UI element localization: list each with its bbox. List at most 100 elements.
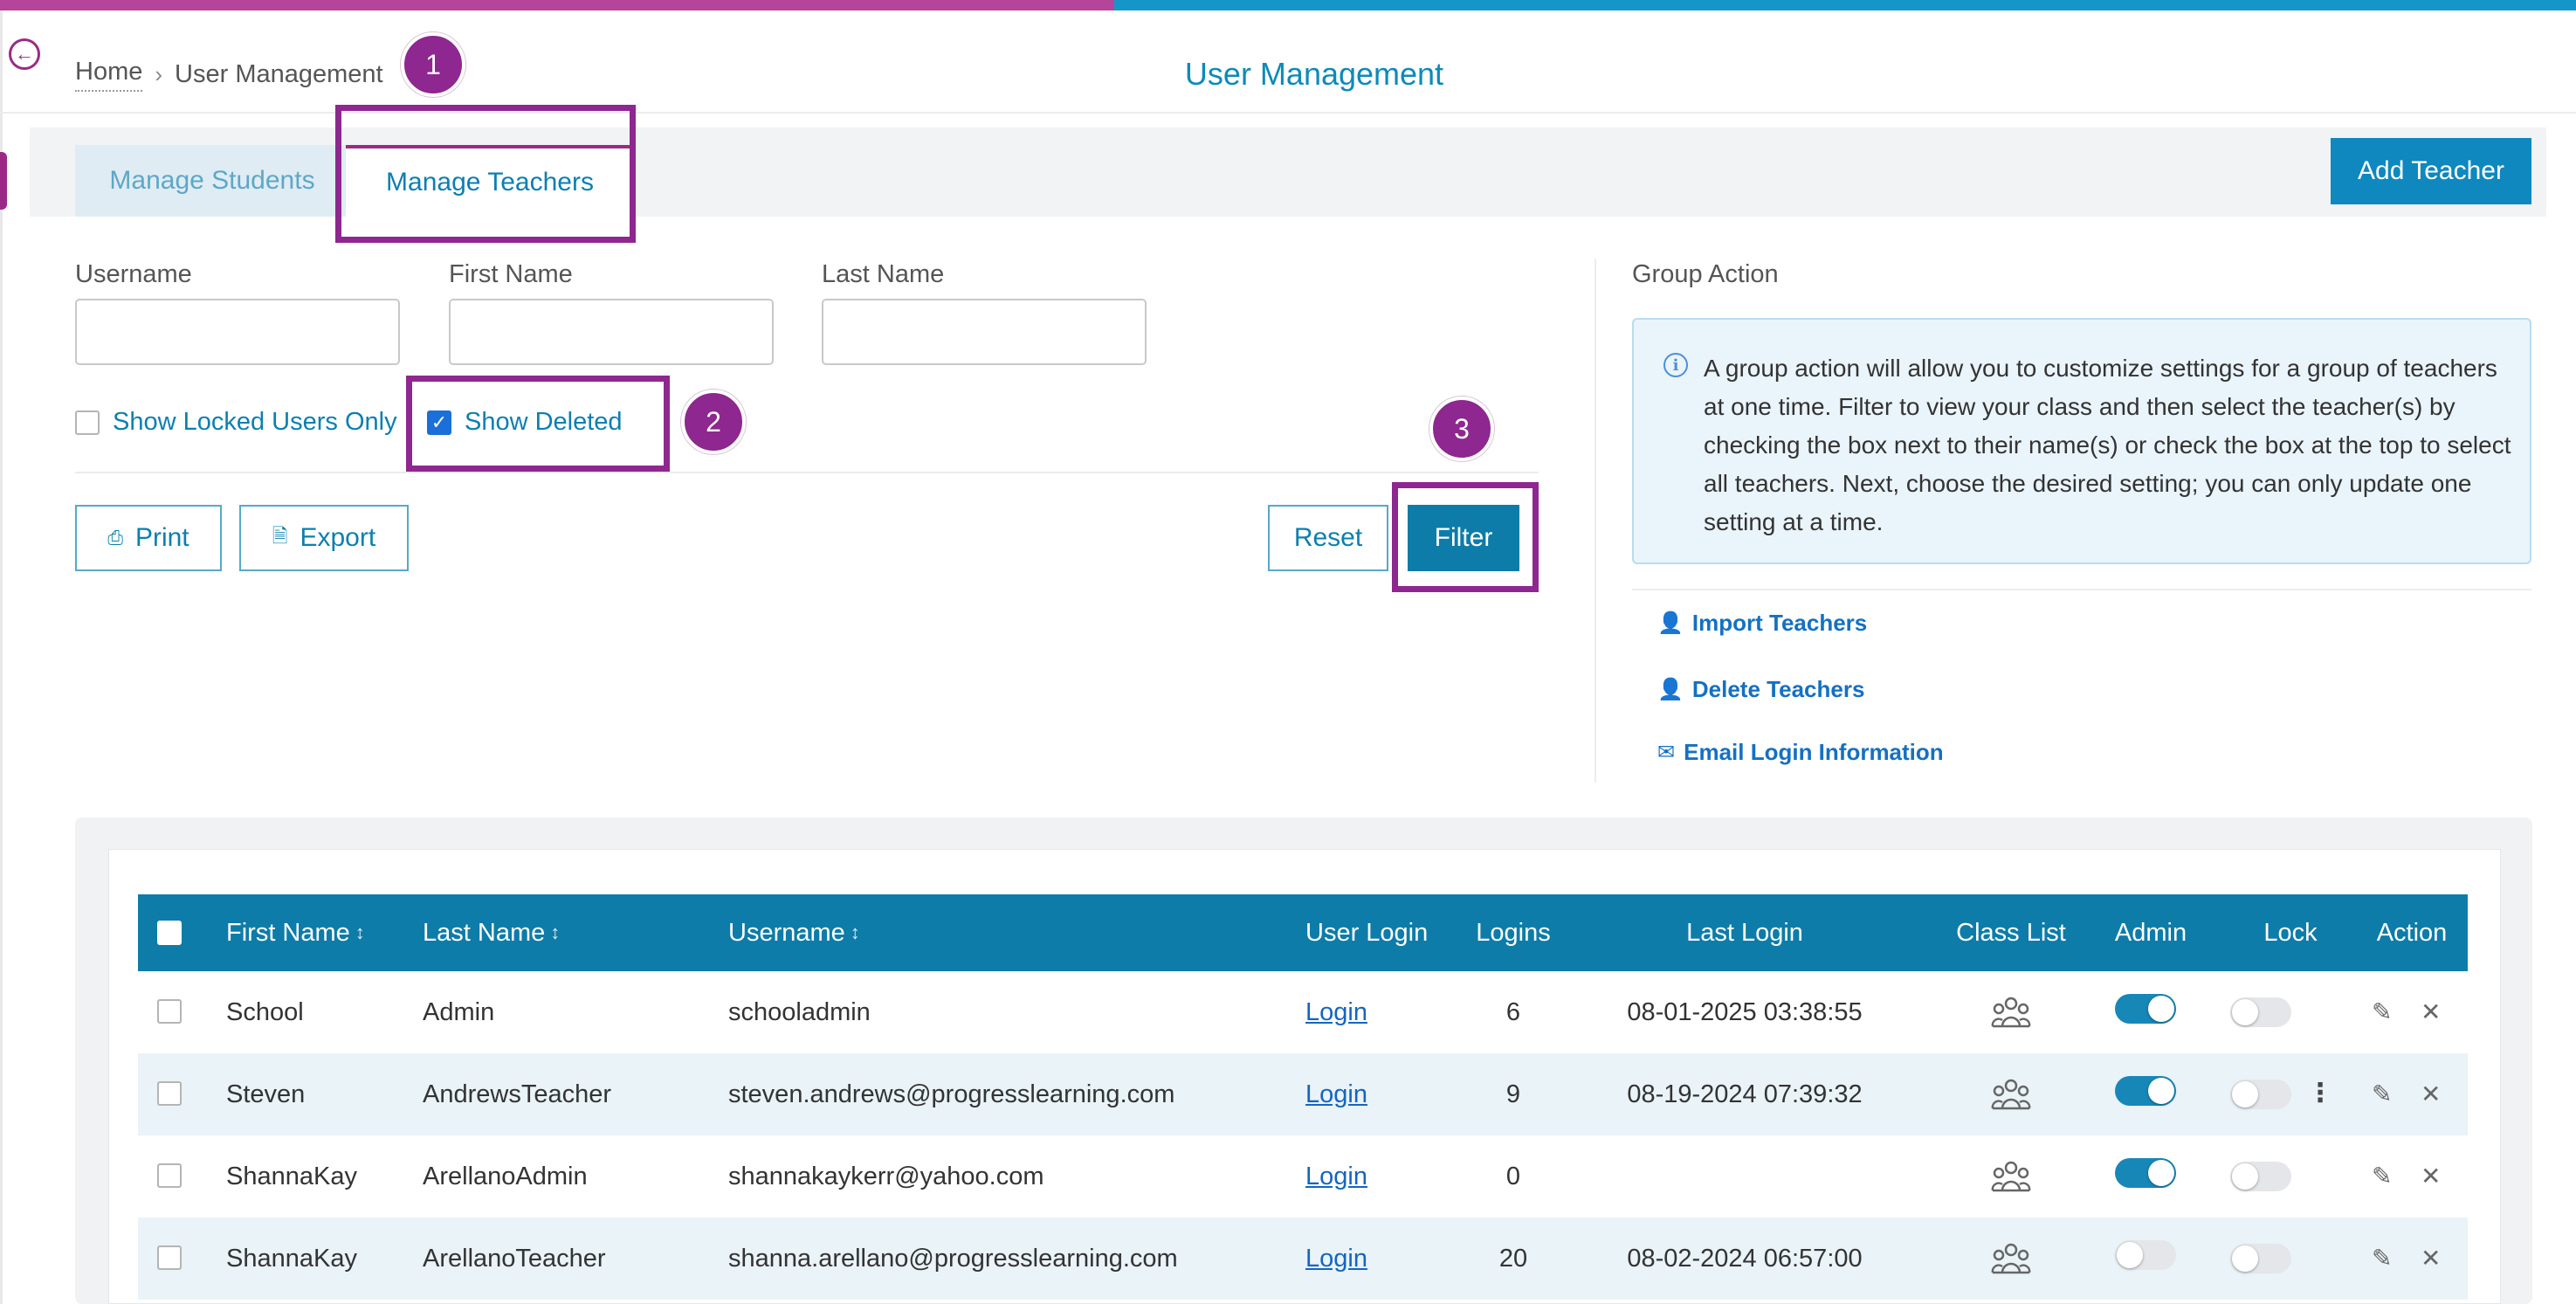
cell-last-name: ArellanoTeacher — [423, 1244, 606, 1273]
header-username[interactable]: Username ↕ — [728, 894, 860, 971]
delete-x-icon[interactable]: ✕ — [2421, 997, 2441, 1026]
cell-class-list — [1937, 971, 2085, 1053]
login-link[interactable]: Login — [1305, 1245, 1367, 1273]
annotation-highlight-2 — [406, 376, 670, 472]
annotation-badge-3: 3 — [1429, 397, 1494, 461]
class-list-icon[interactable] — [1991, 995, 2031, 1030]
page-header: Home › User Management User Management — [0, 10, 2576, 114]
row-select-checkbox[interactable] — [157, 999, 182, 1024]
cell-logins: 0 — [1505, 1162, 1521, 1190]
table-row: ShannaKay ArellanoTeacher shanna.arellan… — [138, 1218, 2468, 1300]
admin-toggle[interactable] — [2115, 1158, 2176, 1188]
header-last-name[interactable]: Last Name ↕ — [423, 894, 560, 971]
header-admin: Admin — [2114, 918, 2187, 947]
row-select-checkbox[interactable] — [157, 1163, 182, 1188]
delete-x-icon[interactable]: ✕ — [2421, 1244, 2441, 1273]
class-list-icon[interactable] — [1991, 1077, 2031, 1112]
cell-class-list — [1937, 1135, 2085, 1218]
table-row: School Admin schooladmin Login 6 08-01-2… — [138, 971, 2468, 1053]
lock-toggle[interactable] — [2230, 1080, 2291, 1109]
user-plus-icon: 👤 — [1657, 611, 1684, 635]
cell-logins: 6 — [1505, 997, 1521, 1026]
group-action-info-text: A group action will allow you to customi… — [1704, 355, 2511, 535]
login-link[interactable]: Login — [1305, 1080, 1367, 1109]
lock-toggle[interactable] — [2230, 1162, 2291, 1191]
top-brand-bar — [0, 0, 2576, 10]
delete-x-icon[interactable]: ✕ — [2421, 1162, 2441, 1190]
export-button-label: Export — [300, 523, 376, 552]
cell-class-list — [1937, 1053, 2085, 1135]
header-first-name[interactable]: First Name ↕ — [226, 894, 365, 971]
row-select-checkbox[interactable] — [157, 1081, 182, 1106]
edit-pencil-icon[interactable]: ✎ — [2372, 1080, 2392, 1108]
email-login-info-link[interactable]: ✉ Email Login Information — [1657, 739, 1944, 766]
login-link[interactable]: Login — [1305, 998, 1367, 1027]
admin-toggle[interactable] — [2115, 1076, 2176, 1106]
username-input[interactable] — [75, 299, 400, 365]
tab-manage-students[interactable]: Manage Students — [75, 145, 349, 217]
page-title: User Management — [1184, 56, 1444, 92]
delete-teachers-link[interactable]: 👤 Delete Teachers — [1657, 676, 1864, 703]
import-teachers-label: Import Teachers — [1691, 610, 1868, 636]
class-list-icon[interactable] — [1991, 1159, 2031, 1194]
more-vertical-icon[interactable]: ⋮ — [2307, 1078, 2333, 1108]
header-user-login: User Login — [1305, 918, 1429, 947]
row-select-checkbox[interactable] — [157, 1245, 182, 1270]
panel-divider — [1595, 259, 1596, 783]
show-locked-checkbox[interactable] — [75, 411, 100, 435]
class-list-icon[interactable] — [1991, 1241, 2031, 1276]
annotation-highlight-1 — [335, 105, 636, 243]
printer-icon: ⎙ — [107, 527, 123, 549]
edit-pencil-icon[interactable]: ✎ — [2372, 997, 2392, 1026]
cell-last-name: AndrewsTeacher — [423, 1080, 611, 1108]
last-name-label: Last Name — [822, 260, 945, 288]
header-last-name-label: Last Name — [423, 918, 546, 947]
cell-user-login: Login — [1305, 1218, 1367, 1300]
cell-user-login: Login — [1305, 971, 1367, 1053]
edit-pencil-icon[interactable]: ✎ — [2372, 1244, 2392, 1273]
edit-pencil-icon[interactable]: ✎ — [2372, 1162, 2392, 1190]
header-first-name-label: First Name — [226, 918, 350, 947]
cell-username: schooladmin — [728, 997, 871, 1026]
annotation-highlight-3 — [1392, 482, 1539, 592]
envelope-icon: ✉ — [1657, 741, 1676, 764]
group-action-title: Group Action — [1632, 260, 1779, 288]
collapse-sidebar-icon[interactable]: ← — [9, 38, 40, 70]
user-minus-icon: 👤 — [1657, 678, 1684, 701]
print-button[interactable]: ⎙ Print — [75, 505, 222, 571]
last-name-input[interactable] — [822, 299, 1147, 365]
sidebar-active-marker — [0, 152, 7, 210]
first-name-input[interactable] — [449, 299, 774, 365]
sort-icon: ↕ — [355, 921, 365, 943]
login-link[interactable]: Login — [1305, 1163, 1367, 1191]
export-button[interactable]: 🗎 Export — [239, 505, 409, 571]
delete-teachers-label: Delete Teachers — [1691, 676, 1865, 702]
reset-button-label: Reset — [1293, 523, 1363, 552]
cell-class-list — [1937, 1218, 2085, 1300]
select-all-checkbox[interactable] — [157, 921, 182, 945]
delete-x-icon[interactable]: ✕ — [2421, 1080, 2441, 1108]
file-export-icon: 🗎 — [272, 525, 288, 547]
print-button-label: Print — [134, 523, 189, 552]
group-action-info-box: i A group action will allow you to custo… — [1632, 318, 2531, 564]
add-teacher-button[interactable]: Add Teacher — [2331, 138, 2531, 204]
import-teachers-link[interactable]: 👤 Import Teachers — [1657, 610, 1867, 637]
reset-button[interactable]: Reset — [1268, 505, 1388, 571]
annotation-badge-2: 2 — [681, 390, 746, 454]
cell-username: shanna.arellano@progresslearning.com — [728, 1244, 1178, 1273]
cell-username: shannakaykerr@yahoo.com — [728, 1162, 1044, 1190]
admin-toggle[interactable] — [2115, 1240, 2176, 1270]
sort-icon: ↕ — [850, 921, 860, 943]
top-brand-bar-purple — [0, 0, 1114, 10]
cell-first-name: School — [226, 997, 304, 1026]
first-name-label: First Name — [449, 260, 573, 288]
top-brand-bar-blue — [1114, 0, 2576, 10]
admin-toggle[interactable] — [2115, 994, 2176, 1024]
lock-toggle[interactable] — [2230, 997, 2291, 1027]
table-row: Steven AndrewsTeacher steven.andrews@pro… — [138, 1053, 2468, 1135]
cell-last-name: ArellanoAdmin — [423, 1162, 588, 1190]
show-locked-label[interactable]: Show Locked Users Only — [113, 408, 397, 437]
table-header: First Name ↕ Last Name ↕ Username ↕ User… — [138, 894, 2468, 971]
lock-toggle[interactable] — [2230, 1244, 2291, 1273]
sort-icon: ↕ — [550, 921, 561, 943]
